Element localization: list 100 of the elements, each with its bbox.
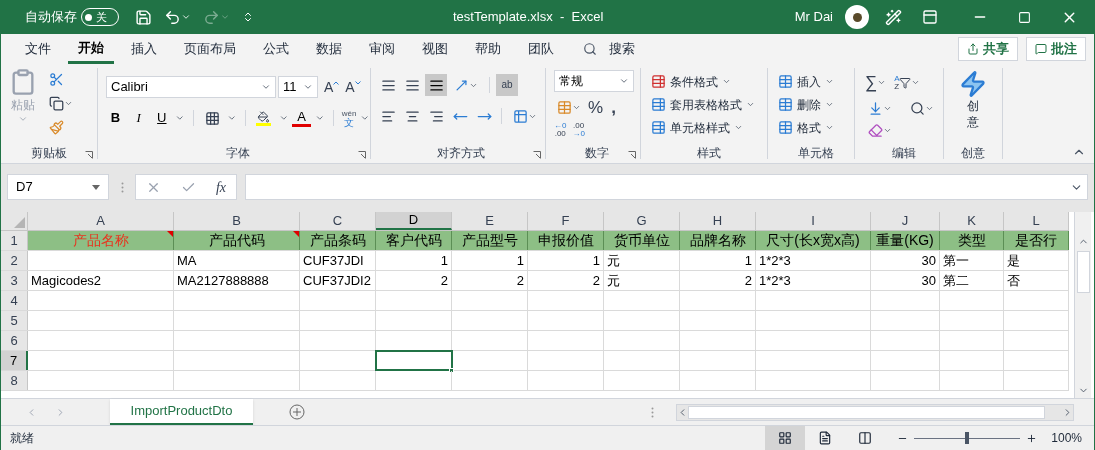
wrap-text-button[interactable]: ab (496, 74, 518, 96)
filter-icon (899, 76, 912, 89)
ribbon-tab[interactable]: 数据 (306, 34, 352, 64)
column-header[interactable]: F (528, 212, 604, 230)
italic-button[interactable]: I (129, 108, 149, 128)
grid-icon (204, 110, 220, 126)
row-header[interactable]: 7 (1, 351, 28, 370)
dialog-launcher-icon[interactable] (85, 151, 93, 159)
sort-filter-button[interactable]: A Z (894, 74, 921, 91)
column-header[interactable]: J (871, 212, 940, 230)
row-header[interactable]: 8 (1, 371, 28, 390)
caret-icon (175, 113, 185, 123)
insert-function-button[interactable]: fx (215, 176, 226, 198)
autosave-label: 自动保存 (25, 8, 77, 27)
row-header[interactable]: 2 (1, 251, 28, 270)
column-header[interactable]: I (756, 212, 871, 230)
zoom-slider[interactable] (914, 431, 1021, 445)
ideas-button[interactable]: 创意 (944, 70, 1002, 130)
scroll-thumb[interactable] (1076, 251, 1090, 293)
cells-menu-button[interactable]: 插入 (778, 70, 854, 93)
fill-handle[interactable] (449, 368, 454, 373)
paint-bucket-icon (256, 110, 272, 126)
styles-menu-button[interactable]: 套用表格格式 (651, 93, 767, 116)
caret-icon (883, 104, 892, 113)
maximize-icon[interactable] (1018, 10, 1031, 24)
row-header[interactable]: 5 (1, 311, 28, 330)
column-header[interactable]: A (28, 212, 174, 230)
avatar[interactable] (845, 5, 869, 29)
phonetic-guide-button[interactable]: wén 文 (341, 109, 357, 127)
dialog-launcher-icon[interactable] (628, 151, 636, 159)
share-button[interactable]: 共享 (958, 37, 1018, 61)
pen-icon[interactable] (885, 8, 902, 26)
cells-menu-button[interactable]: 删除 (778, 93, 854, 116)
bold-button[interactable]: B (106, 108, 126, 128)
number-format-field[interactable]: 常规 (554, 70, 634, 92)
table-icon (651, 97, 666, 112)
ribbon-tab[interactable]: 公式 (253, 34, 299, 64)
table-cell-text: 1 (592, 251, 600, 270)
ribbon-tab[interactable]: 插入 (121, 34, 167, 64)
up-caret-icon (333, 81, 340, 85)
dialog-launcher-icon[interactable] (358, 151, 366, 159)
column-header[interactable]: L (1004, 212, 1069, 230)
ribbon-display-icon[interactable] (922, 9, 938, 25)
ribbon-tab[interactable]: 文件 (15, 34, 61, 64)
zoom-level[interactable]: 100% (1051, 429, 1082, 447)
dropdown-arrow-icon (92, 184, 100, 190)
vertical-scrollbar[interactable] (1074, 212, 1091, 398)
horizontal-scrollbar[interactable] (676, 403, 1074, 421)
column-header[interactable]: K (940, 212, 1004, 230)
column-header[interactable]: G (604, 212, 680, 230)
add-sheet-icon[interactable] (289, 404, 305, 420)
align-bottom-button[interactable] (425, 74, 447, 96)
styles-menu-button[interactable]: 单元格样式 (651, 116, 767, 139)
caret-icon (825, 100, 834, 109)
autosum-button[interactable]: ∑ (865, 70, 887, 96)
status-text: 就绪 (10, 430, 34, 447)
undo-icon[interactable] (164, 8, 181, 26)
search-label[interactable]: 搜索 (609, 39, 635, 59)
grow-font-button[interactable]: A (324, 76, 340, 98)
row-header[interactable]: 1 (1, 231, 28, 250)
caret-icon[interactable] (181, 12, 191, 22)
font-color-button[interactable]: A (292, 109, 312, 127)
shrink-font-button[interactable]: A (345, 76, 361, 98)
zoom-in-icon[interactable] (1026, 432, 1038, 444)
comments-button[interactable]: 批注 (1026, 37, 1086, 61)
row-header[interactable]: 4 (1, 291, 28, 310)
header-cell-text: 产品条码 (309, 231, 366, 250)
save-icon[interactable] (135, 8, 152, 26)
cells-menu-button[interactable]: 格式 (778, 116, 854, 139)
formula-field[interactable] (245, 174, 1088, 200)
column-header[interactable]: D (376, 212, 452, 230)
dialog-launcher-icon[interactable] (533, 151, 541, 159)
lines-icon (404, 77, 420, 93)
styles-menu-button[interactable]: 条件格式 (651, 70, 767, 93)
row-header[interactable]: 3 (1, 271, 28, 290)
ribbon-tab[interactable]: 审阅 (359, 34, 405, 64)
column-header[interactable]: H (680, 212, 756, 230)
sheet-tab[interactable]: ImportProductDto (110, 399, 253, 425)
row-header[interactable]: 6 (1, 331, 28, 350)
ribbon-tab[interactable]: 页面布局 (174, 34, 246, 64)
ribbon-tab[interactable]: 团队 (518, 34, 564, 64)
increase-decimal-button[interactable]: ←0 .00 (554, 121, 567, 138)
comma-button[interactable]: , (611, 95, 616, 121)
ribbon-tab[interactable]: 视图 (412, 34, 458, 64)
scroll-thumb[interactable] (688, 405, 1045, 419)
name-box[interactable]: D7 (7, 174, 109, 200)
caret-icon (360, 113, 370, 123)
customize-icon[interactable] (242, 11, 254, 23)
caret-icon (18, 114, 28, 124)
grid-icon (778, 431, 793, 445)
percent-button[interactable]: % (588, 95, 604, 121)
underline-button[interactable]: U (152, 108, 172, 128)
column-header[interactable]: E (452, 212, 528, 230)
font-name-field[interactable]: Calibri (106, 76, 276, 98)
font-size-field[interactable]: 11 (278, 76, 318, 98)
normal-view-button[interactable] (765, 426, 806, 450)
column-header[interactable]: B (174, 212, 300, 230)
ribbon-tab[interactable]: 帮助 (465, 34, 511, 64)
page-icon (818, 431, 833, 445)
decrease-decimal-button[interactable]: .00 →0 (572, 121, 585, 138)
